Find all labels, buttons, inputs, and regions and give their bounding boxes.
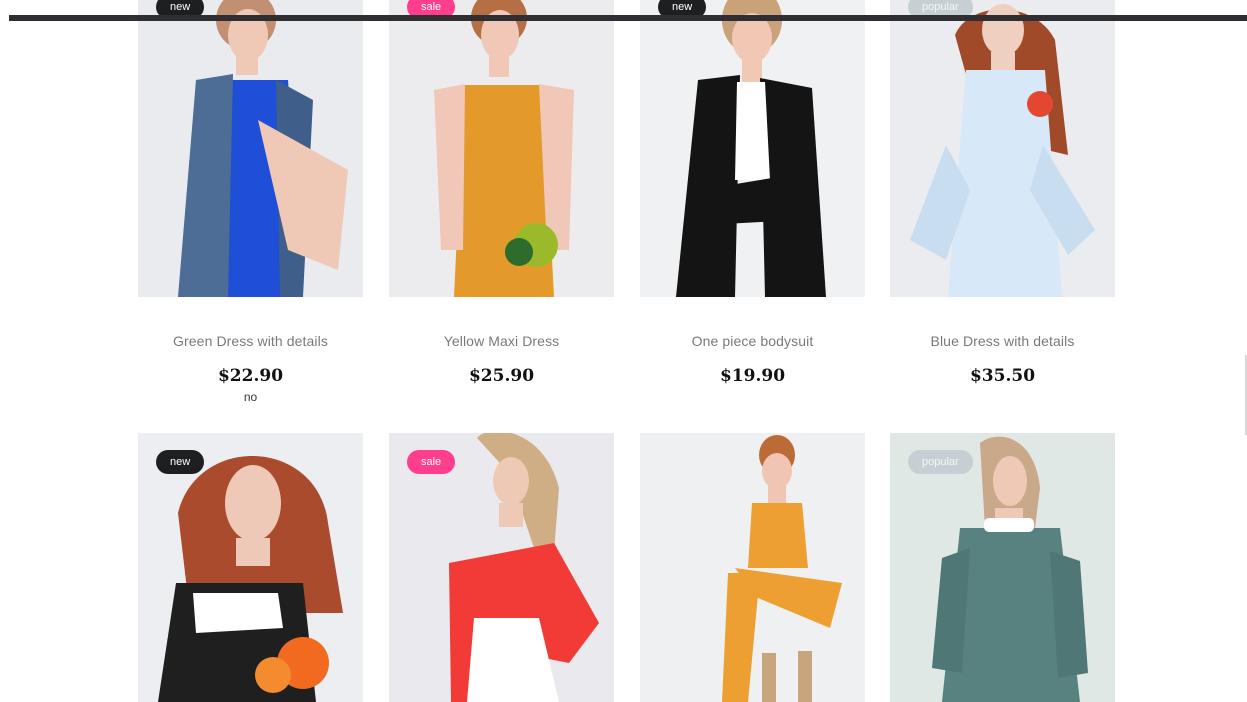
product-card[interactable]: popular (890, 433, 1115, 702)
product-price: $35.50 (969, 366, 1036, 386)
product-price: $22.90 (217, 366, 284, 386)
product-image[interactable]: sale (389, 433, 614, 702)
product-name[interactable]: Green Dress with details (138, 332, 363, 350)
product-note: no (243, 390, 258, 404)
model-illustration (640, 433, 865, 702)
product-card[interactable]: popular Blue Dress with details $35.50 (890, 0, 1115, 389)
product-name[interactable]: One piece bodysuit (640, 332, 865, 350)
model-illustration (389, 0, 614, 297)
product-image[interactable]: popular (890, 433, 1115, 702)
product-image[interactable]: new (138, 433, 363, 702)
product-card[interactable]: new (138, 433, 363, 702)
product-card[interactable]: sale Yellow Maxi Dress $25.90 (389, 0, 614, 389)
sale-badge: sale (407, 450, 456, 474)
top-header-bar (9, 15, 1247, 21)
product-card[interactable] (640, 433, 865, 702)
product-image[interactable]: new (138, 0, 363, 297)
model-illustration (890, 0, 1115, 297)
model-illustration (640, 0, 865, 297)
product-card[interactable]: new Green Dress with details $22.90 no (138, 0, 363, 405)
product-price: $25.90 (468, 366, 535, 386)
product-price: $19.90 (719, 366, 786, 386)
popular-badge: popular (908, 450, 973, 474)
product-image[interactable]: sale (389, 0, 614, 297)
product-image[interactable] (640, 433, 865, 702)
product-image-background (138, 0, 363, 297)
product-name[interactable]: Yellow Maxi Dress (389, 332, 614, 350)
new-badge: new (156, 450, 205, 474)
product-image[interactable]: new (640, 0, 865, 297)
product-grid: new Green Dress with details $22.90 no s… (138, 0, 1115, 702)
product-card[interactable]: new One piece bodysuit $19.90 (640, 0, 865, 389)
product-grid-page: new Green Dress with details $22.90 no s… (0, 0, 1247, 702)
product-name[interactable]: Blue Dress with details (890, 332, 1115, 350)
product-card[interactable]: sale (389, 433, 614, 702)
product-image[interactable]: popular (890, 0, 1115, 297)
